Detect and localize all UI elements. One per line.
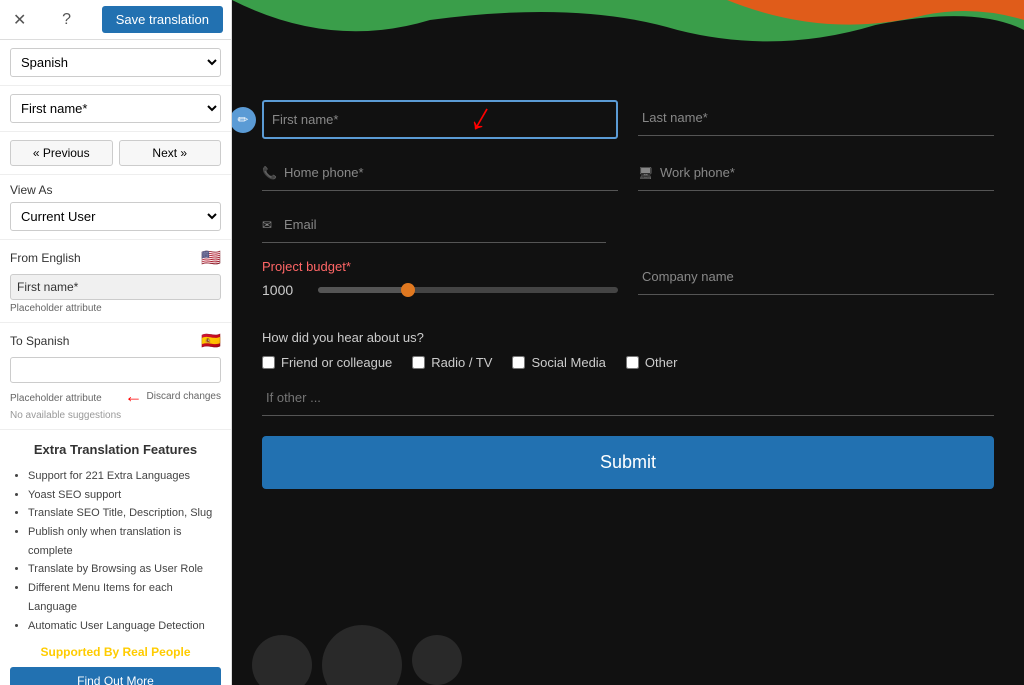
work-phone-field: 🖥 <box>638 155 994 191</box>
company-name-input[interactable] <box>638 259 994 295</box>
budget-company-row: Project budget* 1000 <box>262 259 994 314</box>
budget-slider[interactable] <box>318 287 618 293</box>
view-as-select[interactable]: Current User <box>10 202 221 231</box>
list-item: Translate SEO Title, Description, Slug <box>28 504 221 523</box>
checkbox-row: Friend or colleague Radio / TV Social Me… <box>262 355 994 370</box>
last-name-field <box>638 100 994 139</box>
top-bar: ✕ ? Save translation <box>0 0 231 40</box>
work-phone-input[interactable] <box>638 155 994 191</box>
form-area: ✏ 📞 🖥 ✉ <box>262 100 994 655</box>
prev-button[interactable]: « Previous <box>10 140 113 166</box>
checkbox-friend-label: Friend or colleague <box>281 355 392 370</box>
deco-circle-3 <box>412 635 462 685</box>
find-out-more-button[interactable]: Find Out More <box>10 667 221 685</box>
field-section: First name* <box>0 86 231 132</box>
email-field: ✉ <box>262 207 606 243</box>
list-item: Support for 221 Extra Languages <box>28 467 221 486</box>
hear-label: How did you hear about us? <box>262 330 994 345</box>
last-name-input[interactable] <box>638 100 994 136</box>
from-english-section: From English 🇺🇸 Placeholder attribute <box>0 240 231 323</box>
checkbox-social-media[interactable]: Social Media <box>512 355 605 370</box>
email-icon: ✉ <box>262 218 272 232</box>
first-name-field: ✏ <box>262 100 618 139</box>
phone-row: 📞 🖥 <box>262 155 994 191</box>
help-button[interactable]: ? <box>57 9 76 31</box>
spanish-flag-icon: 🇪🇸 <box>201 331 221 351</box>
work-phone-icon: 🖥 <box>638 166 653 180</box>
budget-row: 1000 <box>262 282 618 298</box>
home-phone-input[interactable] <box>262 155 618 191</box>
list-item: Different Menu Items for each Language <box>28 579 221 616</box>
checkbox-social-media-input[interactable] <box>512 356 525 369</box>
checkbox-social-media-label: Social Media <box>531 355 605 370</box>
extra-features-section: Extra Translation Features Support for 2… <box>0 430 231 685</box>
no-suggestions: No available suggestions <box>10 410 221 421</box>
list-item: Publish only when translation is complet… <box>28 523 221 560</box>
budget-value: 1000 <box>262 282 302 298</box>
from-english-note: Placeholder attribute <box>10 303 221 314</box>
left-panel: ✕ ? Save translation Spanish First name*… <box>0 0 232 685</box>
field-select[interactable]: First name* <box>10 94 221 123</box>
to-spanish-label: To Spanish <box>10 334 69 348</box>
checkbox-friend[interactable]: Friend or colleague <box>262 355 392 370</box>
to-spanish-field[interactable] <box>10 357 221 383</box>
budget-label: Project budget* <box>262 259 618 274</box>
language-select[interactable]: Spanish <box>10 48 221 77</box>
phone-icon: 📞 <box>262 166 277 180</box>
save-translation-button[interactable]: Save translation <box>102 6 223 33</box>
checkbox-other-label: Other <box>645 355 678 370</box>
next-button[interactable]: Next » <box>119 140 222 166</box>
email-row: ✉ <box>262 207 994 243</box>
company-field <box>638 259 994 295</box>
close-button[interactable]: ✕ <box>8 8 31 32</box>
checkbox-radio-tv-label: Radio / TV <box>431 355 492 370</box>
discard-link[interactable]: Discard changes <box>147 391 221 402</box>
wave-decoration <box>232 0 1024 60</box>
view-as-label: View As <box>10 183 221 197</box>
to-spanish-note: Placeholder attribute <box>10 393 102 404</box>
view-as-section: View As Current User <box>0 175 231 240</box>
to-spanish-section: To Spanish 🇪🇸 Placeholder attribute ← Di… <box>0 323 231 430</box>
extra-features-title: Extra Translation Features <box>10 442 221 457</box>
nav-buttons: « Previous Next » <box>0 132 231 175</box>
language-section: Spanish <box>0 40 231 86</box>
checkbox-friend-input[interactable] <box>262 356 275 369</box>
from-english-field <box>10 274 221 300</box>
email-input[interactable] <box>262 207 606 243</box>
checkbox-other[interactable]: Other <box>626 355 678 370</box>
right-panel: ↓ ✏ 📞 🖥 ✉ <box>232 0 1024 685</box>
name-row: ✏ <box>262 100 994 139</box>
supported-people-text: Supported By Real People <box>10 645 221 659</box>
checkbox-other-input[interactable] <box>626 356 639 369</box>
extra-features-list: Support for 221 Extra Languages Yoast SE… <box>10 467 221 635</box>
budget-section: Project budget* 1000 <box>262 259 618 298</box>
if-other-input[interactable] <box>262 380 994 416</box>
arrow-indicator: ← <box>125 386 143 407</box>
edit-pencil-icon[interactable]: ✏ <box>232 107 256 133</box>
checkbox-radio-tv-input[interactable] <box>412 356 425 369</box>
decorative-circles <box>252 635 462 685</box>
checkbox-radio-tv[interactable]: Radio / TV <box>412 355 492 370</box>
list-item: Yoast SEO support <box>28 486 221 505</box>
list-item: Translate by Browsing as User Role <box>28 560 221 579</box>
english-flag-icon: 🇺🇸 <box>201 248 221 268</box>
list-item: Automatic User Language Detection <box>28 617 221 636</box>
first-name-input[interactable] <box>262 100 618 139</box>
from-english-label: From English <box>10 251 81 265</box>
home-phone-field: 📞 <box>262 155 618 191</box>
hear-section: How did you hear about us? Friend or col… <box>262 330 994 416</box>
submit-button[interactable]: Submit <box>262 436 994 489</box>
deco-circle-1 <box>252 635 312 685</box>
